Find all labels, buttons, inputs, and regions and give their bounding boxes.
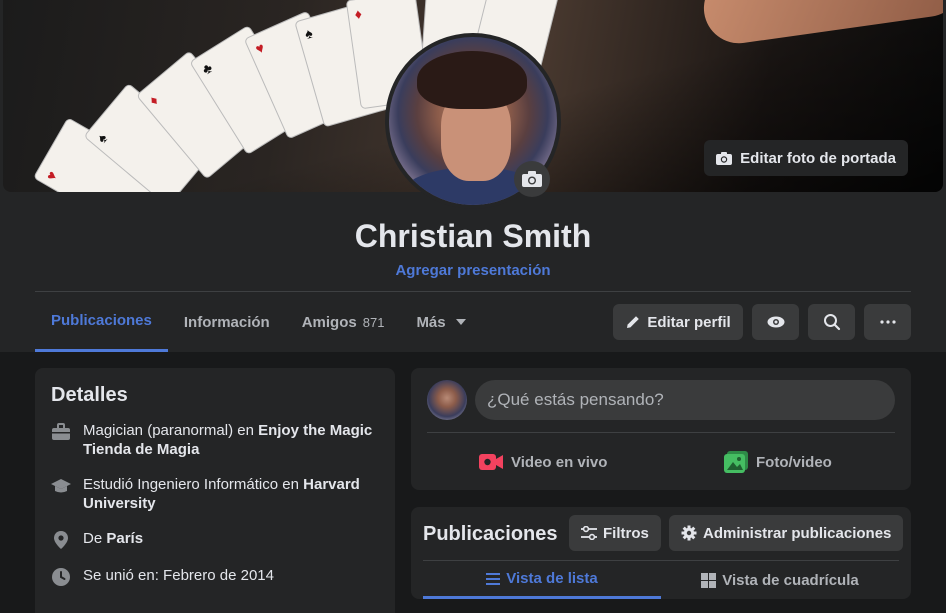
add-bio-link[interactable]: Agregar presentación xyxy=(0,262,946,279)
location-pin-icon xyxy=(54,531,68,549)
briefcase-icon xyxy=(52,423,70,440)
update-profile-picture-button[interactable] xyxy=(514,161,550,197)
joined-text: Se unió en: Febrero de 2014 xyxy=(83,567,274,584)
search-icon xyxy=(823,314,840,331)
gear-icon xyxy=(681,525,697,541)
tab-friends-label: Amigos xyxy=(301,313,357,331)
study-text: Estudió Ingeniero Informático en xyxy=(83,476,304,493)
profile-header: ♥ ♠ ♦ ♣ ♥ ♠ ♦ ♣ ♥ Editar foto de portada xyxy=(0,0,946,352)
graduation-cap-icon xyxy=(51,479,71,493)
pencil-icon xyxy=(627,316,640,328)
work-role: Magician (paranormal) en xyxy=(83,422,259,439)
detail-from: De París xyxy=(51,529,379,550)
search-profile-button[interactable] xyxy=(808,304,855,340)
camera-icon xyxy=(522,171,542,187)
photo-video-button[interactable]: Foto/video xyxy=(724,444,832,480)
grid-view-label: Vista de cuadrícula xyxy=(722,571,859,589)
manage-posts-label: Administrar publicaciones xyxy=(703,524,892,542)
tab-grid-view[interactable]: Vista de cuadrícula xyxy=(661,561,899,599)
photo-icon xyxy=(724,451,748,473)
avatar[interactable] xyxy=(427,380,467,420)
video-camera-icon xyxy=(479,454,503,470)
posts-title: Publicaciones xyxy=(423,523,558,545)
tab-friends[interactable]: Amigos 871 xyxy=(286,292,401,352)
detail-study: Estudió Ingeniero Informático en Harvard… xyxy=(51,475,379,513)
more-options-button[interactable] xyxy=(864,304,911,340)
photo-video-label: Foto/video xyxy=(756,453,832,471)
ellipsis-icon xyxy=(879,320,896,324)
details-panel: Detalles Magician (paranormal) en Enjoy … xyxy=(35,368,395,613)
from-place-link[interactable]: París xyxy=(106,530,143,547)
detail-joined: Se unió en: Febrero de 2014 xyxy=(51,566,379,587)
status-input[interactable]: ¿Qué estás pensando? xyxy=(475,380,895,420)
caret-down-icon xyxy=(455,319,466,325)
tab-list-view[interactable]: Vista de lista xyxy=(423,561,661,599)
manage-posts-button[interactable]: Administrar publicaciones xyxy=(669,515,904,551)
camera-icon xyxy=(716,151,733,165)
tab-about-label: Información xyxy=(183,313,270,331)
filters-icon xyxy=(581,526,597,540)
clock-icon xyxy=(52,568,70,586)
from-prefix: De xyxy=(83,530,107,547)
edit-profile-button[interactable]: Editar perfil xyxy=(613,304,743,340)
details-title: Detalles xyxy=(51,384,128,406)
view-as-button[interactable] xyxy=(752,304,799,340)
live-video-button[interactable]: Video en vivo xyxy=(479,444,607,480)
list-icon xyxy=(486,572,501,585)
edit-cover-button[interactable]: Editar foto de portada xyxy=(704,140,908,176)
tab-more-label: Más xyxy=(416,313,446,331)
profile-name: Christian Smith xyxy=(354,218,592,254)
filters-button[interactable]: Filtros xyxy=(569,515,661,551)
detail-work: Magician (paranormal) en Enjoy the Magic… xyxy=(51,421,379,459)
filters-label: Filtros xyxy=(603,524,649,542)
eye-icon xyxy=(767,316,784,328)
edit-cover-label: Editar foto de portada xyxy=(740,149,896,167)
tab-posts-label: Publicaciones xyxy=(51,312,152,329)
profile-tabs: Publicaciones Información Amigos 871 Más xyxy=(35,292,482,352)
list-view-label: Vista de lista xyxy=(506,570,598,587)
grid-icon xyxy=(701,572,717,588)
divider xyxy=(427,432,895,433)
tab-posts[interactable]: Publicaciones xyxy=(35,292,168,352)
live-video-label: Video en vivo xyxy=(511,453,608,471)
posts-panel: Publicaciones Filtros Administrar public… xyxy=(411,507,911,599)
tab-about[interactable]: Información xyxy=(168,292,286,352)
post-composer: ¿Qué estás pensando? Video en vivo Foto/… xyxy=(411,368,911,490)
hand-shape xyxy=(699,0,943,48)
edit-profile-label: Editar perfil xyxy=(647,313,731,331)
tab-more[interactable]: Más xyxy=(400,292,481,352)
friends-count: 871 xyxy=(362,314,385,330)
